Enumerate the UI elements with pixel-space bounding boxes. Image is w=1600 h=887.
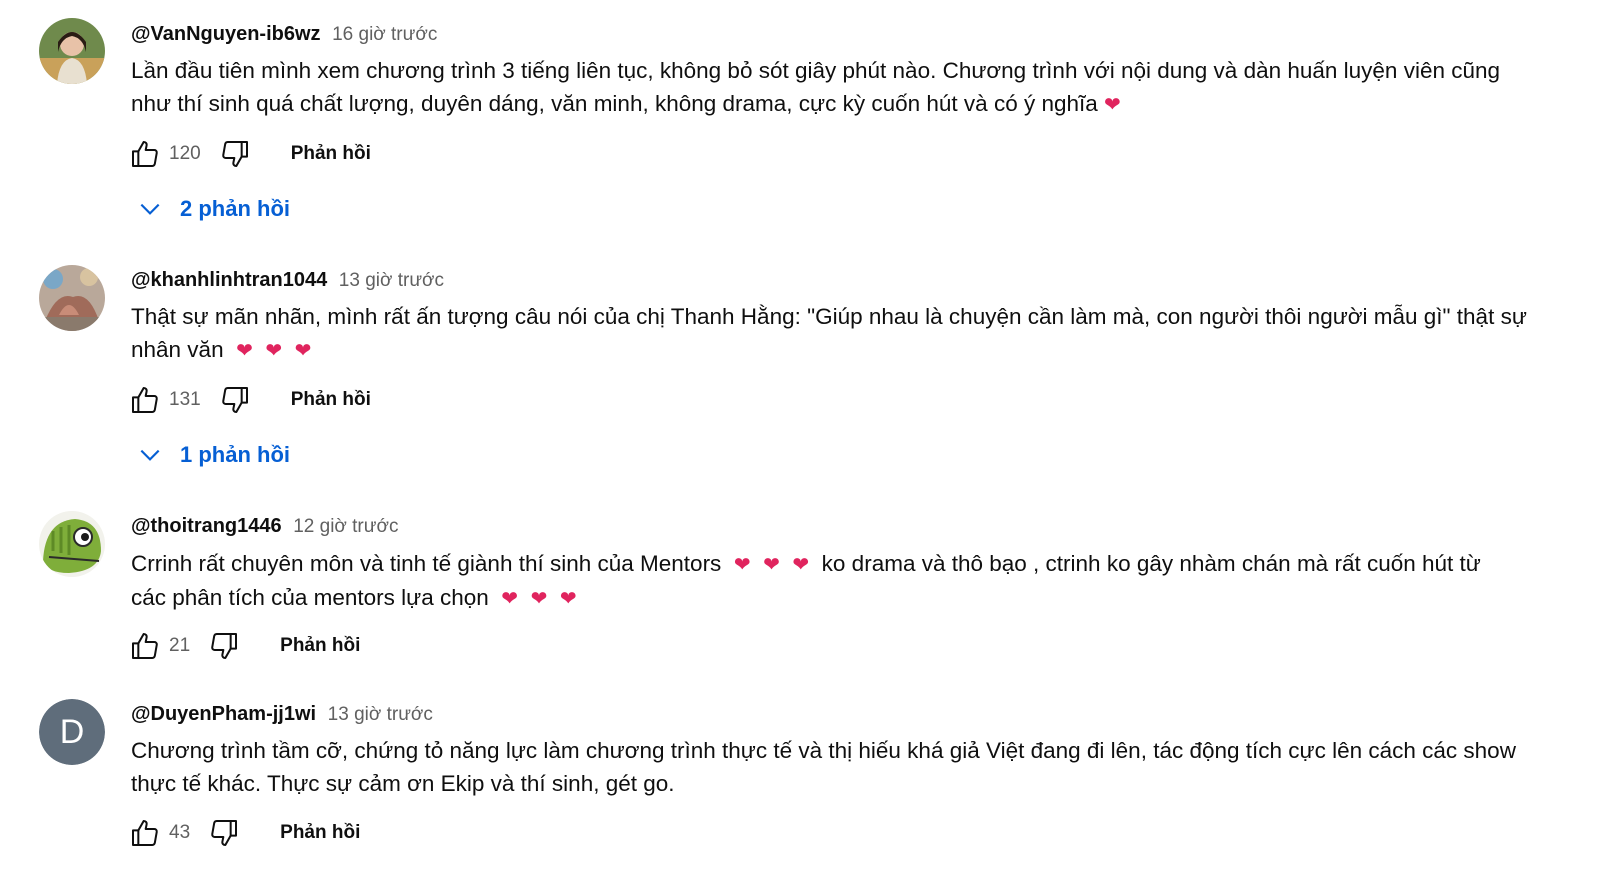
author-name[interactable]: @thoitrang1446: [131, 515, 282, 537]
like-button[interactable]: [127, 382, 163, 418]
timestamp[interactable]: 13 giờ trước: [328, 704, 433, 725]
comment-text-line: Chương trình tầm cỡ, chứng tỏ năng lực l…: [131, 738, 1516, 763]
dislike-button[interactable]: [206, 815, 242, 851]
comment-header: @DuyenPham-jj1wi 13 giờ trước: [131, 701, 433, 728]
comment-text-line: Thật sự mãn nhãn, mình rất ấn tượng câu …: [131, 304, 1527, 329]
heart-emoji: ❤: [236, 338, 253, 362]
heart-emoji: ❤: [763, 552, 780, 576]
thumbs-up-icon: [132, 820, 158, 846]
reply-button[interactable]: Phản hồi: [291, 143, 371, 165]
author-name[interactable]: @khanhlinhtran1044: [131, 269, 327, 291]
comment-text-line: thực tế khác. Thực sự cảm ơn Ekip và thí…: [131, 771, 675, 796]
dislike-button[interactable]: [217, 382, 253, 418]
replies-count-label: 2 phản hồi: [180, 196, 290, 221]
comment-actions: 21 Phản hồi: [127, 628, 360, 664]
like-button[interactable]: [127, 815, 163, 851]
thumbs-up-icon: [132, 141, 158, 167]
heart-emoji: ❤: [733, 552, 751, 576]
comment-text: Crrinh rất chuyên môn và tinh tế giành t…: [131, 547, 1551, 615]
heart-emoji: ❤: [559, 586, 577, 610]
comment-actions: 120 Phản hồi: [127, 136, 371, 172]
view-replies-button[interactable]: 1 phản hồi: [135, 435, 290, 475]
like-count: 21: [169, 635, 191, 656]
comment-actions: 131 Phản hồi: [127, 382, 371, 418]
comment-actions: 43 Phản hồi: [127, 815, 360, 851]
comment-text-segment: Crrinh rất chuyên môn và tinh tế giành t…: [131, 551, 722, 576]
heart-emoji: ❤: [530, 586, 548, 610]
chevron-down-icon: [135, 194, 165, 224]
comment-text-segment: ko drama và thô bạo , ctrinh ko gây nhàm…: [821, 551, 1481, 576]
reply-button[interactable]: Phản hồi: [280, 635, 360, 657]
thumbs-down-icon: [211, 633, 238, 659]
comment-text-segment: nhân văn: [131, 337, 224, 362]
comment-text-line: như thí sinh quá chất lượng, duyên dáng,…: [131, 87, 1551, 121]
avatar[interactable]: [39, 18, 105, 84]
reply-button[interactable]: Phản hồi: [280, 822, 360, 844]
heart-emoji: ❤: [501, 586, 519, 610]
comment-text-segment: như thí sinh quá chất lượng, duyên dáng,…: [131, 91, 1098, 116]
heart-emoji: ❤: [792, 552, 810, 576]
thumbs-up-icon: [132, 633, 158, 659]
reply-button[interactable]: Phản hồi: [291, 389, 371, 411]
avatar[interactable]: D: [39, 699, 105, 765]
like-count: 120: [169, 143, 201, 164]
timestamp[interactable]: 13 giờ trước: [339, 270, 444, 291]
avatar[interactable]: [39, 511, 105, 577]
comment-text-line: nhân văn ❤ ❤ ❤: [131, 333, 1551, 367]
dislike-button[interactable]: [217, 136, 253, 172]
view-replies-button[interactable]: 2 phản hồi: [135, 189, 290, 229]
comment-text-line: các phân tích của mentors lựa chọn ❤ ❤ ❤: [131, 581, 1551, 615]
timestamp[interactable]: 12 giờ trước: [293, 516, 398, 537]
author-name[interactable]: @VanNguyen-ib6wz: [131, 23, 321, 45]
comment-text: Thật sự mãn nhãn, mình rất ấn tượng câu …: [131, 300, 1551, 367]
thumbs-down-icon: [221, 141, 248, 167]
heart-emoji: ❤: [1104, 92, 1121, 116]
replies-count-label: 1 phản hồi: [180, 442, 290, 467]
thumbs-up-icon: [132, 387, 158, 413]
like-count: 43: [169, 822, 191, 843]
comment-header: @khanhlinhtran1044 13 giờ trước: [131, 267, 444, 294]
author-name[interactable]: @DuyenPham-jj1wi: [131, 703, 316, 725]
comment-header: @thoitrang1446 12 giờ trước: [131, 513, 398, 540]
timestamp[interactable]: 16 giờ trước: [332, 24, 437, 45]
like-button[interactable]: [127, 136, 163, 172]
comment-text: Chương trình tầm cỡ, chứng tỏ năng lực l…: [131, 734, 1551, 800]
comment-text-line: Lần đầu tiên mình xem chương trình 3 tiế…: [131, 58, 1501, 83]
heart-emoji: ❤: [294, 338, 312, 362]
heart-emoji: ❤: [265, 338, 283, 362]
comment-text-line: Crrinh rất chuyên môn và tinh tế giành t…: [131, 547, 1551, 581]
like-count: 131: [169, 389, 201, 410]
like-button[interactable]: [127, 628, 163, 664]
dislike-button[interactable]: [206, 628, 242, 664]
avatar-letter: D: [39, 699, 105, 765]
comment-text: Lần đầu tiên mình xem chương trình 3 tiế…: [131, 54, 1551, 121]
comment-text-segment: các phân tích của mentors lựa chọn: [131, 585, 489, 610]
chevron-down-icon: [135, 440, 165, 470]
comment-header: @VanNguyen-ib6wz 16 giờ trước: [131, 21, 437, 48]
thumbs-down-icon: [221, 387, 248, 413]
avatar[interactable]: [39, 265, 105, 331]
thumbs-down-icon: [211, 820, 238, 846]
